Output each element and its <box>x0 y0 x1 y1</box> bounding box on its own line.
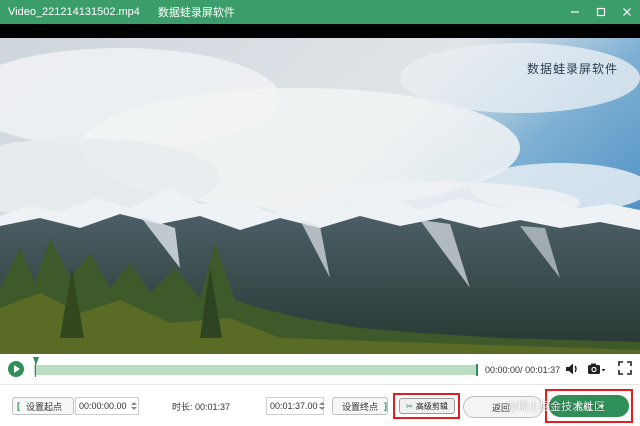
right-bracket-icon: ] <box>384 401 388 411</box>
window-controls <box>562 0 640 24</box>
camera-icon[interactable] <box>587 361 606 377</box>
trim-controls: [ 设置起点 00:00:00.00 时长: 00:01:37 00:01:37… <box>0 384 640 426</box>
progress-track[interactable] <box>34 365 478 375</box>
fullscreen-icon[interactable] <box>618 361 634 377</box>
set-end-label: 设置终点 <box>342 401 379 412</box>
start-time-stepper[interactable] <box>130 397 138 415</box>
back-label: 返回 <box>492 402 511 413</box>
close-icon[interactable] <box>614 0 640 24</box>
back-button[interactable]: 返回 <box>463 396 543 418</box>
left-bracket-icon: [ <box>17 401 20 411</box>
playhead[interactable] <box>35 361 36 377</box>
current-time: 00:00:00 <box>485 365 521 375</box>
chevron-down-icon[interactable]: ▾ <box>600 402 604 411</box>
highlight-box-advanced: ✂ 高级剪辑 <box>393 393 460 419</box>
total-time: 00:01:37 <box>525 365 561 375</box>
title-bar: Video_221214131502.mp4 数据蛙录屏软件 <box>0 0 640 24</box>
end-time-stepper[interactable] <box>318 397 326 415</box>
save-button[interactable]: 完成 ▾ <box>549 395 629 417</box>
video-frame <box>0 38 640 354</box>
set-start-button[interactable]: [ 设置起点 <box>12 397 74 415</box>
duration-text: 时长: 00:01:37 <box>172 402 231 412</box>
advanced-edit-button[interactable]: ✂ 高级剪辑 <box>399 398 455 414</box>
end-time-input[interactable]: 00:01:37.00 <box>266 397 324 415</box>
volume-icon[interactable] <box>564 361 580 377</box>
video-watermark: 数据蛙录屏软件 <box>526 62 618 76</box>
playback-bar: 00:00:00/ 00:01:37 <box>0 355 640 383</box>
time-readout: 00:00:00/ 00:01:37 <box>485 365 560 375</box>
maximize-icon[interactable] <box>588 0 614 24</box>
trim-start-handle[interactable] <box>33 357 39 365</box>
trim-end-handle[interactable] <box>476 364 478 376</box>
video-preview[interactable]: 数据蛙录屏软件 <box>0 24 640 354</box>
save-label: 完成 <box>573 401 592 412</box>
minimize-icon[interactable] <box>562 0 588 24</box>
set-end-button[interactable]: 设置终点 ] <box>332 397 388 415</box>
landscape-image <box>0 38 640 354</box>
play-icon[interactable] <box>8 361 24 377</box>
app-name: 数据蛙录屏软件 <box>157 7 235 19</box>
highlight-box-save: 完成 ▾ <box>545 389 633 423</box>
scissors-icon: ✂ <box>406 401 413 411</box>
advanced-edit-label: 高级剪辑 <box>415 401 448 411</box>
set-start-label: 设置起点 <box>26 401 63 412</box>
window-title: Video_221214131502.mp4 <box>8 6 140 18</box>
